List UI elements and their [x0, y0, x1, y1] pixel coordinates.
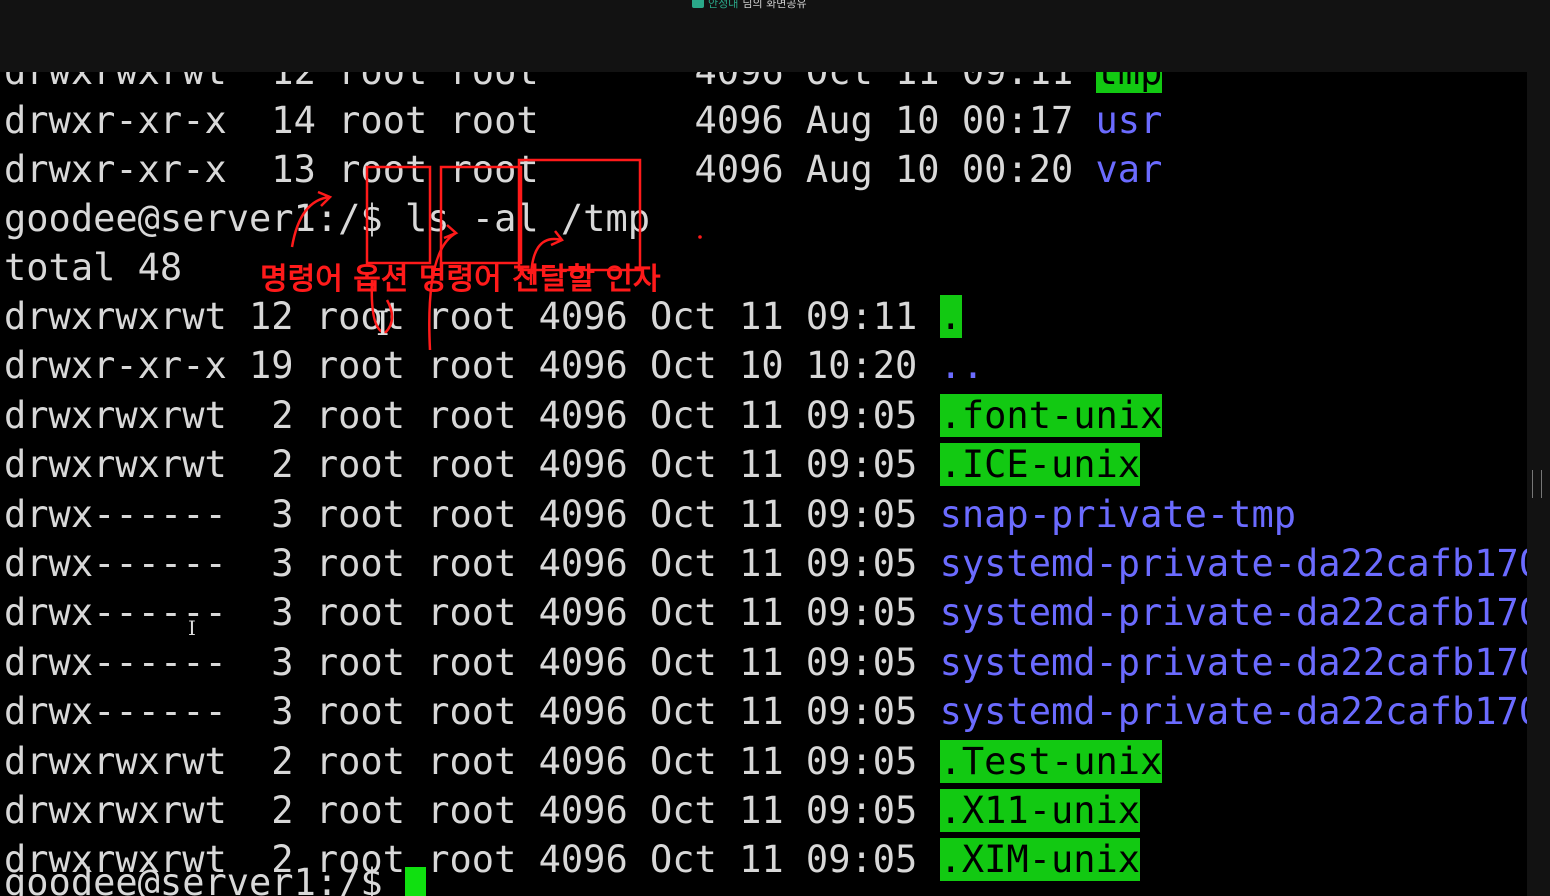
row-filename: .font-unix: [939, 393, 1163, 437]
row-metadata: drwxrwxrwt 12 root root 4096 Oct 11 09:1…: [4, 295, 940, 338]
row-metadata: drwxrwxrwt 2 root root 4096 Oct 11 09:05: [4, 739, 940, 783]
ibeam-cursor-icon: I: [376, 304, 390, 344]
row-filename: snap-private-tmp: [939, 492, 1297, 536]
row-metadata: drwxrwxrwt 2 root root 4096 Oct 11 09:05: [4, 393, 940, 437]
row-filename: systemd-private-da22cafb1703411c: [939, 690, 1527, 734]
listing-row: drwx------ 3 root root 4096 Oct 11 09:05…: [4, 687, 1527, 736]
row-metadata: drwxrwxrwt 2 root root 4096 Oct 11 09:05: [4, 789, 940, 832]
typed-command: ls -al /tmp: [404, 197, 651, 240]
row-metadata: drwxr-xr-x 19 root root 4096 Oct 10 10:2…: [4, 344, 940, 388]
row-filename: .Test-unix: [939, 739, 1163, 783]
row-filename: .X11-unix: [939, 789, 1141, 832]
shell-prompt: goodee@server1:/$: [4, 861, 405, 896]
listing-row: drwx------ 3 root root 4096 Oct 11 09:05…: [4, 539, 1527, 588]
row-metadata: drwx------ 3 root root 4096 Oct 11 09:05: [4, 542, 940, 585]
share-screen-icon: [692, 0, 704, 8]
text-cursor: [404, 867, 426, 896]
row-filename: .: [939, 295, 962, 338]
command-line-final[interactable]: goodee@server1:/$: [4, 858, 426, 896]
shell-prompt: goodee@server1:/$: [4, 197, 405, 240]
row-filename: .XIM-unix: [939, 838, 1141, 882]
share-host-name: 안정대: [708, 0, 739, 10]
terminal-line: drwxr-xr-x 14 root root 4096 Aug 10 00:1…: [4, 99, 1163, 142]
listing-row: drwx------ 3 root root 4096 Oct 11 09:05…: [4, 490, 1296, 539]
row-metadata: drwx------ 3 root root 4096 Oct 11 09:05: [4, 591, 940, 635]
row-metadata: drwxrwxrwt 2 root root 4096 Oct 11 09:05: [4, 443, 940, 487]
share-status-text: 님의 화면공유: [742, 0, 807, 10]
ibeam-cursor-icon: I: [188, 616, 196, 640]
annotation-label: 명령어 옵션 명령어 전달할 인자: [260, 262, 661, 297]
listing-row: drwx------ 3 root root 4096 Oct 11 09:05…: [4, 638, 1527, 687]
terminal-line-partial: drwxrwxrwt 12 root root 4096 Oct 11 09:1…: [4, 72, 1163, 96]
row-filename: .ICE-unix: [939, 443, 1141, 487]
terminal-line: drwxr-xr-x 13 root root 4096 Aug 10 00:2…: [4, 148, 1163, 191]
row-filename: systemd-private-da22cafb1703411c: [939, 542, 1527, 585]
listing-row: drwxrwxrwt 2 root root 4096 Oct 11 09:05…: [4, 737, 1163, 786]
row-filename: systemd-private-da22cafb1703411c: [939, 640, 1527, 684]
listing-row: drwxrwxrwt 2 root root 4096 Oct 11 09:05…: [4, 440, 1141, 489]
listing-row: drwx------ 3 root root 4096 Oct 11 09:05…: [4, 588, 1527, 637]
listing-row: drwxrwxrwt 12 root root 4096 Oct 11 09:1…: [4, 292, 962, 341]
terminal-output[interactable]: drwxrwxrwt 12 root root 4096 Oct 11 09:1…: [0, 72, 1527, 896]
row-filename: ..: [939, 344, 985, 388]
listing-row: drwxrwxrwt 2 root root 4096 Oct 11 09:05…: [4, 786, 1141, 835]
row-metadata: drwx------ 3 root root 4096 Oct 11 09:05: [4, 690, 940, 734]
row-filename: systemd-private-da22cafb1703411c: [939, 591, 1527, 635]
screen-share-topbar: 안정대 님의 화면공유: [0, 0, 1550, 72]
row-metadata: drwx------ 3 root root 4096 Oct 11 09:05: [4, 492, 940, 536]
command-line: goodee@server1:/$ ls -al /tmp: [4, 194, 650, 243]
screen-share-label: 안정대 님의 화면공유: [692, 0, 807, 10]
resize-grip-icon[interactable]: [1532, 470, 1542, 498]
listing-row: drwxr-xr-x 19 root root 4096 Oct 10 10:2…: [4, 341, 984, 390]
row-metadata: drwx------ 3 root root 4096 Oct 11 09:05: [4, 640, 940, 684]
listing-row: drwxrwxrwt 2 root root 4096 Oct 11 09:05…: [4, 391, 1163, 440]
total-line: total 48: [4, 246, 183, 289]
